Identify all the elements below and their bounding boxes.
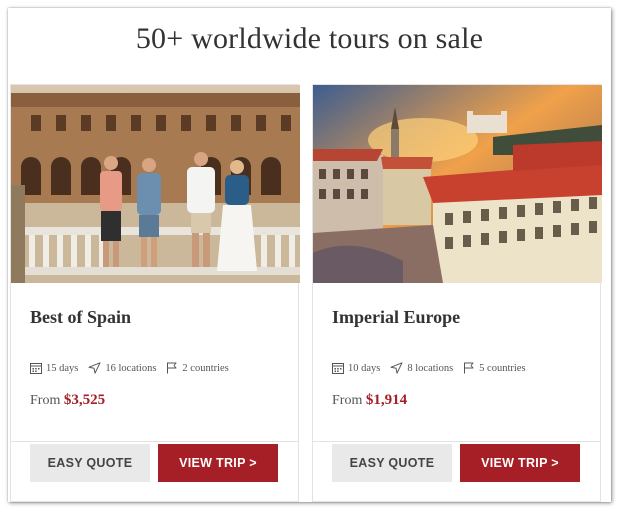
tour-title[interactable]: Imperial Europe [332, 307, 460, 328]
tour-meta: 10 days 8 locations 5 countries [332, 362, 536, 374]
countries-text: 2 countries [182, 362, 229, 374]
countries: 5 countries [463, 362, 526, 374]
tour-price: From $3,525 [30, 392, 105, 409]
tours-section: 50+ worldwide tours on sale Best of Spai… [8, 8, 611, 502]
navigation-arrow-icon [390, 362, 403, 374]
price-amount: $1,914 [365, 392, 408, 408]
easy-quote-button[interactable]: EASY QUOTE [30, 444, 150, 482]
tour-meta: 15 days 16 locations 2 countries [30, 362, 239, 374]
tour-photo-spain[interactable] [11, 85, 300, 283]
locations: 16 locations [88, 362, 156, 374]
tour-card-best-of-spain: Best of Spain 15 days 16 locations 2 cou… [10, 84, 300, 502]
countries-text: 5 countries [479, 362, 526, 374]
card-divider [313, 441, 600, 442]
locations-text: 8 locations [407, 362, 454, 374]
duration-text: 15 days [46, 362, 79, 374]
navigation-arrow-icon [88, 362, 101, 374]
calendar-icon [332, 363, 344, 374]
countries: 2 countries [166, 362, 229, 374]
flag-icon [167, 362, 177, 374]
tour-card-imperial-europe: Imperial Europe 10 days 8 locations 5 co… [312, 84, 602, 502]
tour-title[interactable]: Best of Spain [30, 307, 131, 328]
price-amount: $3,525 [63, 392, 106, 408]
duration: 15 days [30, 362, 78, 374]
section-headline: 50+ worldwide tours on sale [135, 22, 484, 55]
view-trip-button[interactable]: VIEW TRIP > [158, 444, 278, 482]
calendar-icon [30, 363, 42, 374]
duration-text: 10 days [348, 362, 381, 374]
easy-quote-button[interactable]: EASY QUOTE [332, 444, 452, 482]
duration: 10 days [332, 362, 380, 374]
tour-photo-imperial-europe[interactable] [313, 85, 602, 283]
price-prefix: From [332, 393, 363, 408]
view-trip-button[interactable]: VIEW TRIP > [460, 444, 580, 482]
locations: 8 locations [390, 362, 453, 374]
flag-icon [464, 362, 474, 374]
price-prefix: From [30, 393, 61, 408]
locations-text: 16 locations [105, 362, 157, 374]
card-divider [11, 441, 298, 442]
tour-price: From $1,914 [332, 392, 407, 409]
